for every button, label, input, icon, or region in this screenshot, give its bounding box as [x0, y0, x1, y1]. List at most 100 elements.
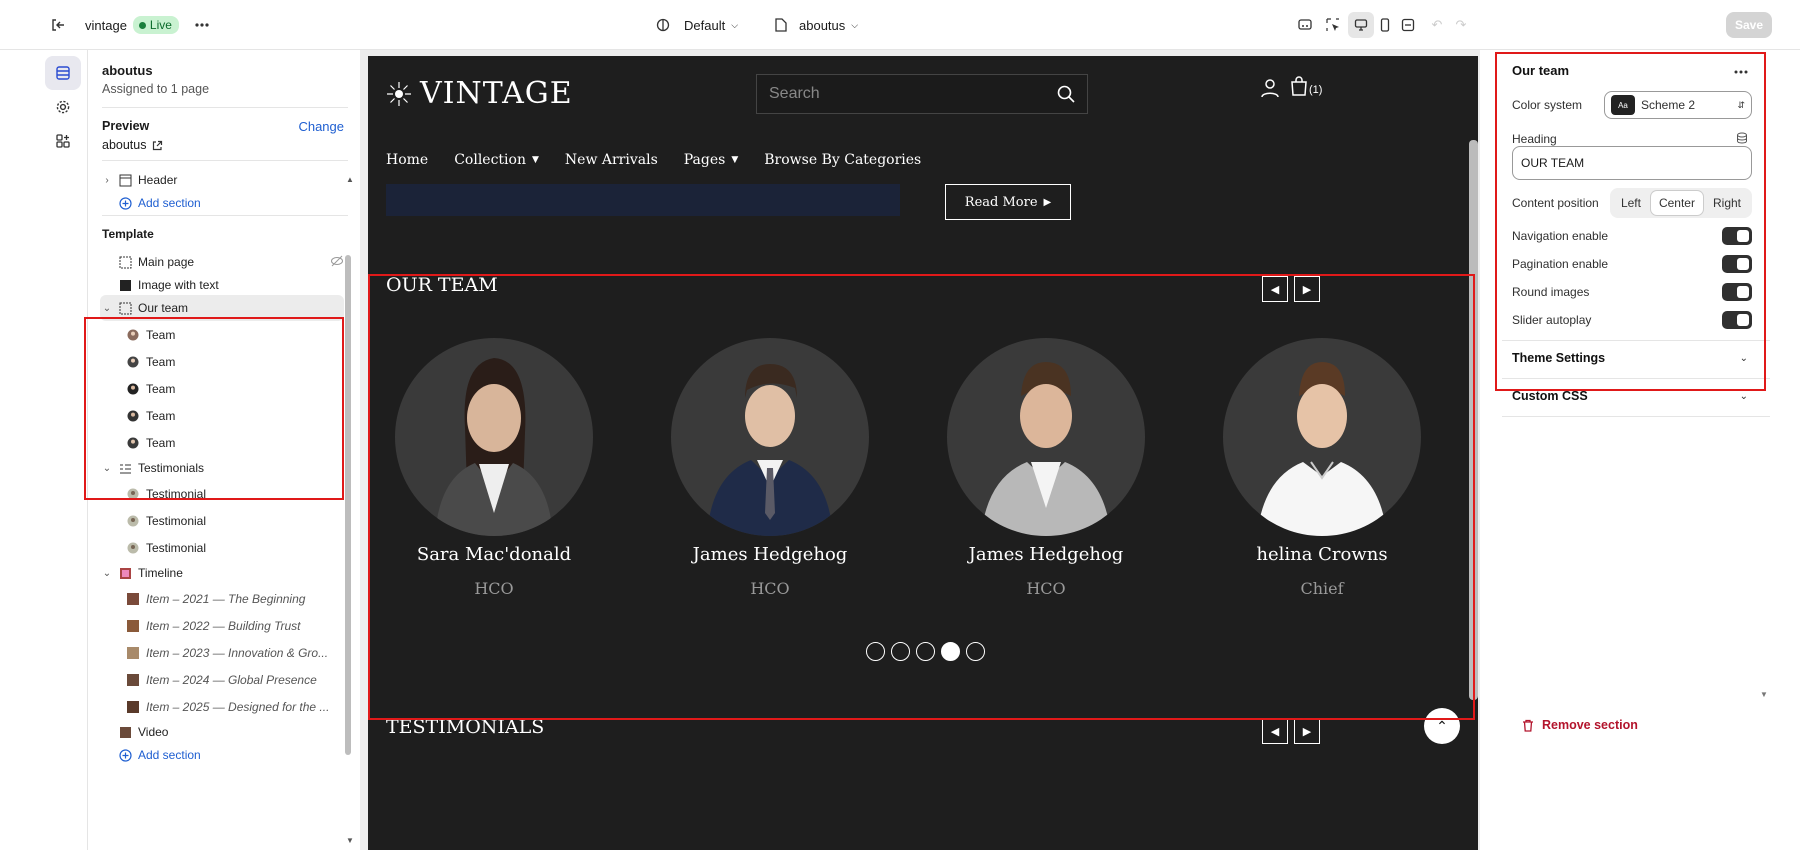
nav-home[interactable]: Home — [386, 152, 428, 168]
bag-icon — [1291, 76, 1307, 96]
slider-autoplay-toggle[interactable] — [1722, 311, 1752, 329]
add-section-header-group[interactable]: Add section — [100, 190, 344, 216]
team-heading: OUR TEAM — [386, 274, 498, 296]
block-testimonial[interactable]: Testimonial — [100, 481, 344, 507]
image-icon — [126, 646, 140, 660]
testimonials-next-button[interactable]: ▶ — [1294, 718, 1320, 744]
nav-new-arrivals[interactable]: New Arrivals — [565, 152, 658, 168]
cart-button[interactable]: (1) — [1290, 76, 1322, 96]
desktop-view-icon[interactable] — [1348, 12, 1374, 38]
team-member-card[interactable]: Sara Mac'donald HCO — [394, 338, 594, 598]
block-team[interactable]: Team — [100, 349, 344, 375]
block-timeline-item[interactable]: Item – 2021 — The Beginning — [100, 586, 344, 612]
store-name: vintage — [85, 17, 127, 33]
fullscreen-icon[interactable] — [1395, 12, 1421, 38]
preview-scrollbar[interactable] — [1469, 140, 1478, 700]
more-icon[interactable] — [194, 0, 210, 50]
scroll-down-icon[interactable]: ▼ — [346, 836, 354, 845]
add-section-template[interactable]: Add section — [100, 742, 344, 768]
sections-scrollbar[interactable] — [345, 255, 351, 755]
section-our-team[interactable]: ⌄ Our team — [100, 295, 344, 321]
position-center-option[interactable]: Center — [1650, 191, 1703, 215]
database-icon[interactable] — [1736, 132, 1748, 147]
slider-next-button[interactable]: ▶ — [1294, 276, 1320, 302]
content-position-label: Content position — [1512, 196, 1599, 210]
chevron-down-icon: ⌵ — [731, 19, 739, 30]
scheme-swatch: Aa — [1611, 95, 1635, 115]
section-testimonials[interactable]: ⌄ Testimonials — [100, 455, 344, 481]
slider-pagination — [866, 642, 985, 661]
nav-browse-categories[interactable]: Browse By Categories — [764, 152, 921, 168]
navigation-enable-label: Navigation enable — [1512, 229, 1609, 243]
nav-collection[interactable]: Collection ▼ — [454, 152, 539, 168]
theme-selector[interactable]: Default ⌵ — [656, 0, 738, 50]
palette-icon — [656, 18, 670, 32]
back-to-top-button[interactable]: ⌃ — [1424, 708, 1460, 744]
undo-icon[interactable]: ↶ — [1424, 12, 1450, 38]
custom-css-accordion[interactable]: Custom CSS ⌄ — [1512, 386, 1748, 406]
apps-icon[interactable] — [45, 124, 81, 158]
read-more-button[interactable]: Read More ▶ — [945, 184, 1071, 220]
round-images-label: Round images — [1512, 285, 1590, 299]
position-right-option[interactable]: Right — [1705, 191, 1749, 215]
block-timeline-item[interactable]: Item – 2025 — Designed for the ... — [100, 694, 344, 720]
store-search-input[interactable]: Search — [756, 74, 1088, 114]
caret-left-icon: ◀ — [1270, 283, 1280, 296]
gear-icon[interactable] — [45, 90, 81, 124]
inspector-icon[interactable] — [1292, 12, 1318, 38]
hidden-eye-icon[interactable] — [330, 255, 344, 270]
more-options-icon[interactable] — [1734, 63, 1748, 77]
section-timeline[interactable]: ⌄ Timeline — [100, 560, 344, 586]
testimonials-prev-button[interactable]: ◀ — [1262, 718, 1288, 744]
change-link[interactable]: Change — [298, 119, 344, 134]
preview-page-link[interactable]: aboutus — [102, 138, 163, 152]
store-logo[interactable]: VINTAGE — [386, 76, 573, 111]
list-icon — [118, 461, 132, 475]
block-testimonial[interactable]: Testimonial — [100, 508, 344, 534]
scroll-down-icon[interactable]: ▼ — [1760, 690, 1768, 699]
account-icon[interactable] — [1260, 78, 1280, 101]
page-icon — [775, 18, 787, 32]
block-timeline-item[interactable]: Item – 2022 — Building Trust — [100, 613, 344, 639]
pagination-dot[interactable] — [941, 642, 960, 661]
block-team[interactable]: Team — [100, 403, 344, 429]
save-button[interactable]: Save — [1726, 12, 1772, 38]
trash-icon — [1523, 719, 1533, 732]
remove-section-button[interactable]: Remove section — [1522, 718, 1638, 732]
block-timeline-item[interactable]: Item – 2024 — Global Presence — [100, 667, 344, 693]
block-team[interactable]: Team — [100, 322, 344, 348]
exit-icon[interactable] — [50, 0, 66, 50]
redo-icon[interactable]: ↷ — [1448, 12, 1474, 38]
block-testimonial[interactable]: Testimonial — [100, 535, 344, 561]
team-member-card[interactable]: James Hedgehog HCO — [670, 338, 870, 598]
page-selector[interactable]: aboutus ⌵ — [775, 0, 858, 50]
chevron-down-icon: ⌵ — [851, 19, 859, 30]
block-team[interactable]: Team — [100, 430, 344, 456]
avatar — [126, 382, 140, 396]
pagination-dot[interactable] — [966, 642, 985, 661]
pagination-dot[interactable] — [866, 642, 885, 661]
avatar — [126, 436, 140, 450]
nav-pages[interactable]: Pages ▼ — [684, 152, 739, 168]
pagination-dot[interactable] — [891, 642, 910, 661]
select-tool-icon[interactable] — [1320, 12, 1346, 38]
avatar — [126, 487, 140, 501]
heading-input[interactable]: OUR TEAM — [1512, 146, 1752, 180]
pagination-enable-toggle[interactable] — [1722, 255, 1752, 273]
block-timeline-item[interactable]: Item – 2023 — Innovation & Gro... — [100, 640, 344, 666]
team-member-name: Sara Mac'donald — [416, 544, 572, 565]
layout-icon — [118, 255, 132, 269]
position-left-option[interactable]: Left — [1613, 191, 1649, 215]
round-images-toggle[interactable] — [1722, 283, 1752, 301]
theme-settings-accordion[interactable]: Theme Settings ⌄ — [1512, 348, 1748, 368]
pagination-dot[interactable] — [916, 642, 935, 661]
color-system-select[interactable]: Aa Scheme 2 ⇵ — [1604, 91, 1752, 119]
sections-icon[interactable] — [45, 56, 81, 90]
team-member-card[interactable]: James Hedgehog HCO — [946, 338, 1146, 598]
block-team[interactable]: Team — [100, 376, 344, 402]
scroll-up-icon[interactable]: ▲ — [346, 175, 354, 184]
team-member-card[interactable]: helina Crowns Chief — [1222, 338, 1422, 598]
slider-prev-button[interactable]: ◀ — [1262, 276, 1288, 302]
navigation-enable-toggle[interactable] — [1722, 227, 1752, 245]
search-icon[interactable] — [1057, 85, 1075, 103]
